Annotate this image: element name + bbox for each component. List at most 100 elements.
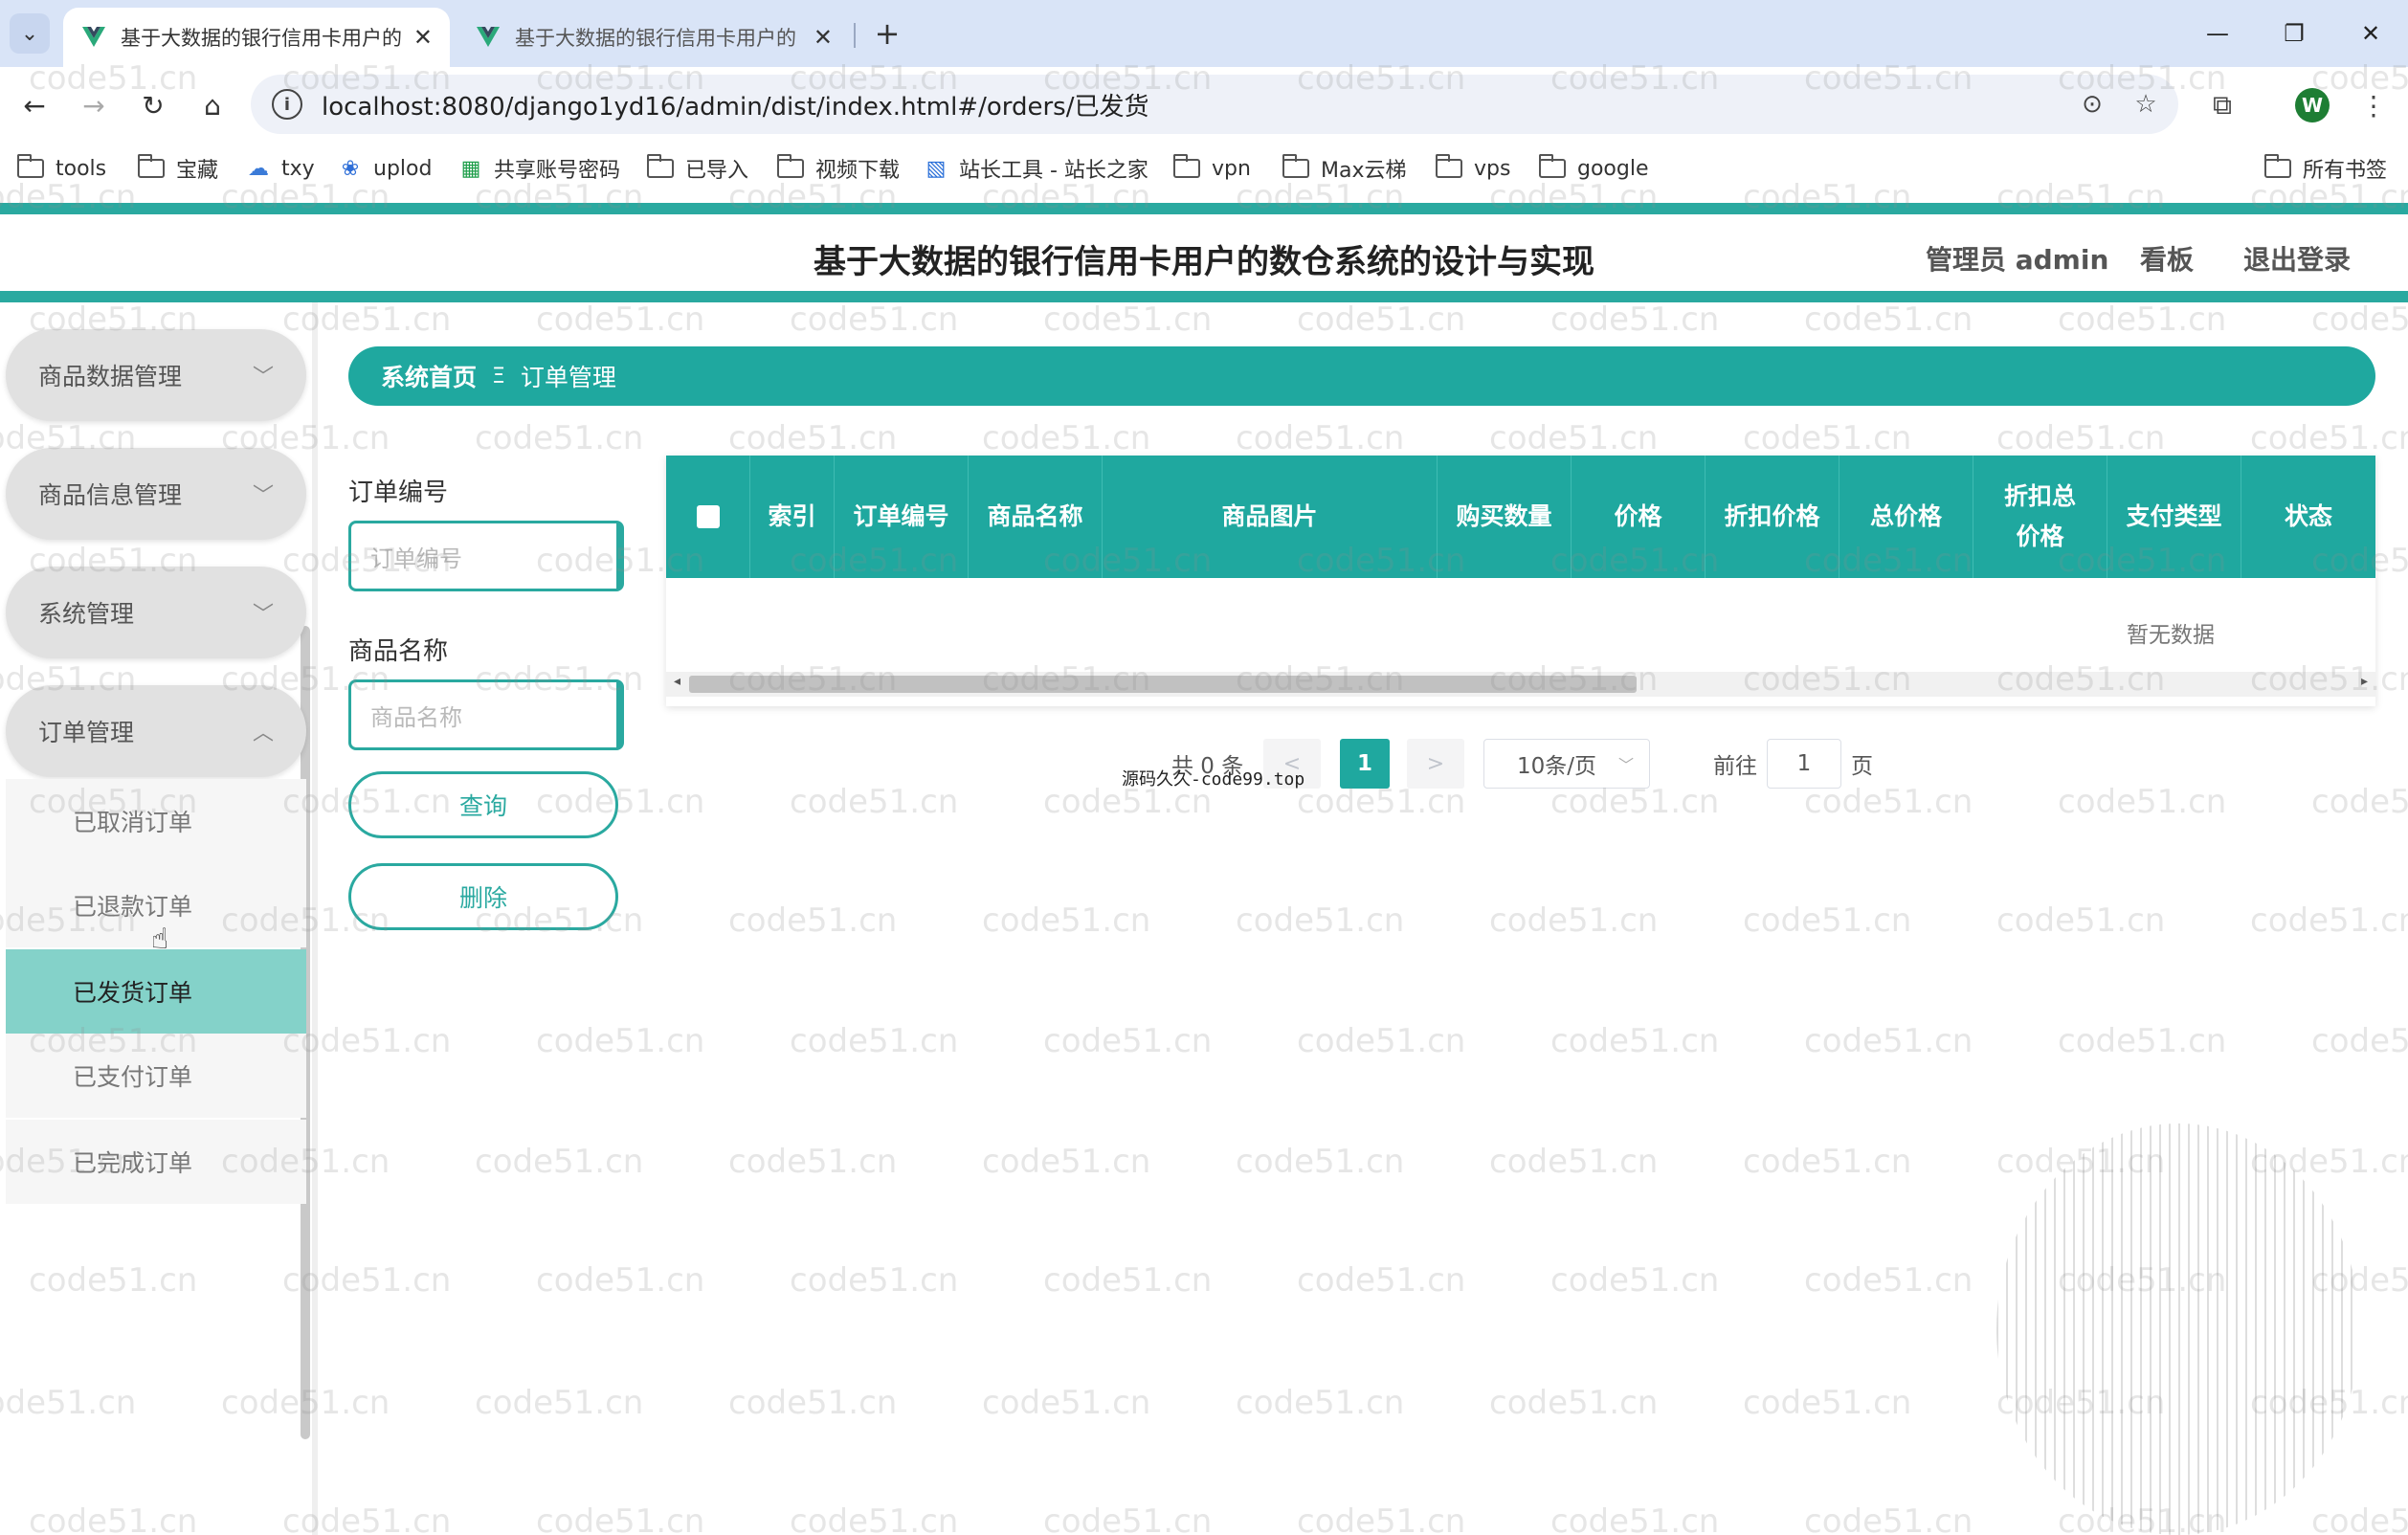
bookmark-google[interactable]: google [1539,151,1649,186]
reload-icon[interactable]: ↻ [132,84,174,126]
new-tab-plus-icon[interactable]: + [867,13,907,54]
bookmark-imported[interactable]: 已导入 [647,151,748,186]
source-note: 源码久久-code99.top [1122,769,1305,790]
admin-user-label[interactable]: 管理员 admin [1926,239,2108,278]
extensions-puzzle-icon[interactable]: ⧉ [2201,84,2243,126]
window-close-icon[interactable]: ✕ [2347,11,2395,56]
tab-title: 基于大数据的银行信用卡用户的 [121,27,402,50]
column-header[interactable]: 购买数量 [1438,456,1572,578]
cloud-icon: ☁ [248,156,269,181]
all-bookmarks[interactable]: 所有书签 [2264,151,2387,186]
column-header[interactable]: 价格 [1572,456,1706,578]
sidebar-item-completed-orders[interactable]: 已完成订单 [6,1120,306,1204]
scrollbar-thumb[interactable] [689,676,1637,693]
bookmark-vps[interactable]: vps [1436,151,1510,186]
sheets-icon: ▦ [460,156,481,181]
bookmark-shared-accounts[interactable]: ▦ 共享账号密码 [457,151,620,186]
order-no-input[interactable]: 订单编号 [348,521,624,591]
restore-icon[interactable]: ❐ [2270,11,2318,56]
browser-tabstrip: ⌄ 基于大数据的银行信用卡用户的 ✕ 基于大数据的银行信用卡用户的 ✕ + — … [0,0,2408,67]
site-info-icon[interactable]: i [272,89,302,120]
folder-icon [1436,154,1462,178]
sidebar-menu-orders[interactable]: 订单管理 ︿ [6,685,306,777]
orders-table: 索引 订单编号 商品名称 商品图片 购买数量 价格 折扣价格 总价格 折扣总价格… [666,456,2375,706]
column-header[interactable]: 商品名称 [969,456,1103,578]
bookmark-video-download[interactable]: 视频下载 [777,151,900,186]
browser-menu-kebab-icon[interactable]: ⋮ [2352,84,2395,126]
delete-button[interactable]: 删除 [348,863,618,930]
bookmark-txy[interactable]: ☁ txy [245,151,315,186]
breadcrumb-home[interactable]: 系统首页 [381,359,477,393]
column-header[interactable]: 订单编号 [835,456,969,578]
forward-arrow-icon[interactable]: → [73,84,115,126]
page-size-select[interactable]: 10条/页 ﹀ [1483,739,1650,789]
column-header[interactable]: 状态 [2241,456,2375,578]
breadcrumb-separator-icon: Ξ [492,364,505,389]
chevron-down-icon: ﹀ [252,484,274,508]
next-page-button[interactable]: > [1407,739,1464,789]
tab-close-icon[interactable]: ✕ [814,24,833,51]
page-number-current[interactable]: 1 [1340,739,1390,789]
sidebar-item-paid-orders[interactable]: 已支付订单 [6,1034,306,1118]
folder-icon [777,154,804,178]
breadcrumb: 系统首页 Ξ 订单管理 [348,346,2375,406]
tab-separator [854,23,856,48]
uplod-logo-icon: ❀ [341,156,360,181]
home-icon[interactable]: ⌂ [191,84,234,126]
column-header[interactable]: 折扣总价格 [1973,456,2107,578]
menu-label: 订单管理 [38,719,135,746]
folder-icon [2264,154,2291,178]
menu-label: 商品数据管理 [38,363,183,390]
bookmark-tools[interactable]: tools [17,151,106,186]
scroll-right-icon[interactable]: ▸ [2361,674,2368,689]
column-header[interactable]: 支付类型 [2107,456,2241,578]
scroll-left-icon[interactable]: ◂ [674,674,680,689]
address-bar[interactable]: i localhost:8080/django1yd16/admin/dist/… [251,75,2178,134]
sidebar-menu-product-data[interactable]: 商品数据管理 ﹀ [6,329,306,421]
table-empty-text: 暂无数据 [2127,623,2215,648]
tab-title: 基于大数据的银行信用卡用户的 [515,27,796,50]
menu-label: 商品信息管理 [38,481,183,509]
select-all-checkbox[interactable] [696,505,720,528]
folder-icon [647,154,674,178]
column-header[interactable]: 折扣价格 [1706,456,1839,578]
profile-avatar[interactable]: W [2295,88,2330,122]
bookmark-vpn[interactable]: vpn [1173,151,1251,186]
menu-label: 系统管理 [38,600,135,628]
table-horizontal-scrollbar[interactable]: ◂ ▸ [666,672,2375,697]
header-bottom-accent [0,291,2408,302]
bookmark-baozang[interactable]: 宝藏 [138,151,218,186]
screenshot-lens-icon[interactable]: ⊙ [2071,83,2113,125]
browser-tab-active[interactable]: 基于大数据的银行信用卡用户的 ✕ [63,8,450,67]
back-arrow-icon[interactable]: ← [13,84,56,126]
bookmark-max[interactable]: Max云梯 [1282,151,1406,186]
sidebar-item-cancelled-orders[interactable]: 已取消订单 [6,779,306,863]
column-header[interactable]: 商品图片 [1103,456,1438,578]
sidebar-menu-product-info[interactable]: 商品信息管理 ﹀ [6,448,306,540]
product-name-label: 商品名称 [348,637,449,666]
minimize-icon[interactable]: — [2194,11,2241,56]
bookmark-star-icon[interactable]: ☆ [2125,83,2167,125]
browser-tab-inactive[interactable]: 基于大数据的银行信用卡用户的 ✕ [457,8,850,67]
tab-search-chevron-icon[interactable]: ⌄ [10,13,50,54]
tab-close-icon[interactable]: ✕ [413,24,433,51]
column-header[interactable]: 总价格 [1839,456,1973,578]
browser-toolbar: ← → ↻ ⌂ i localhost:8080/django1yd16/adm… [0,67,2408,144]
sidebar-item-shipped-orders[interactable]: 已发货订单 [6,949,306,1034]
column-header[interactable]: 索引 [750,456,835,578]
app-root: 基于大数据的银行信用卡用户的数仓系统的设计与实现 管理员 admin 看板 退出… [0,195,2408,1535]
goto-page-input[interactable]: 1 [1767,739,1841,789]
query-button[interactable]: 查询 [348,771,618,838]
logout-link[interactable]: 退出登录 [2243,239,2351,278]
chinaz-logo-icon: ▧ [925,156,947,181]
folder-icon [17,154,44,178]
chevron-up-icon: ︿ [252,722,274,745]
bookmark-chinaz[interactable]: ▧ 站长工具 - 站长之家 [923,151,1148,186]
select-all-checkbox-cell[interactable] [666,456,750,578]
bookmark-uplod[interactable]: ❀ uplod [337,151,433,186]
sidebar-menu-system[interactable]: 系统管理 ﹀ [6,567,306,658]
product-name-input[interactable]: 商品名称 [348,679,624,750]
dashboard-link[interactable]: 看板 [2140,239,2194,278]
page-suffix: 页 [1851,754,1873,779]
folder-icon [138,154,165,178]
